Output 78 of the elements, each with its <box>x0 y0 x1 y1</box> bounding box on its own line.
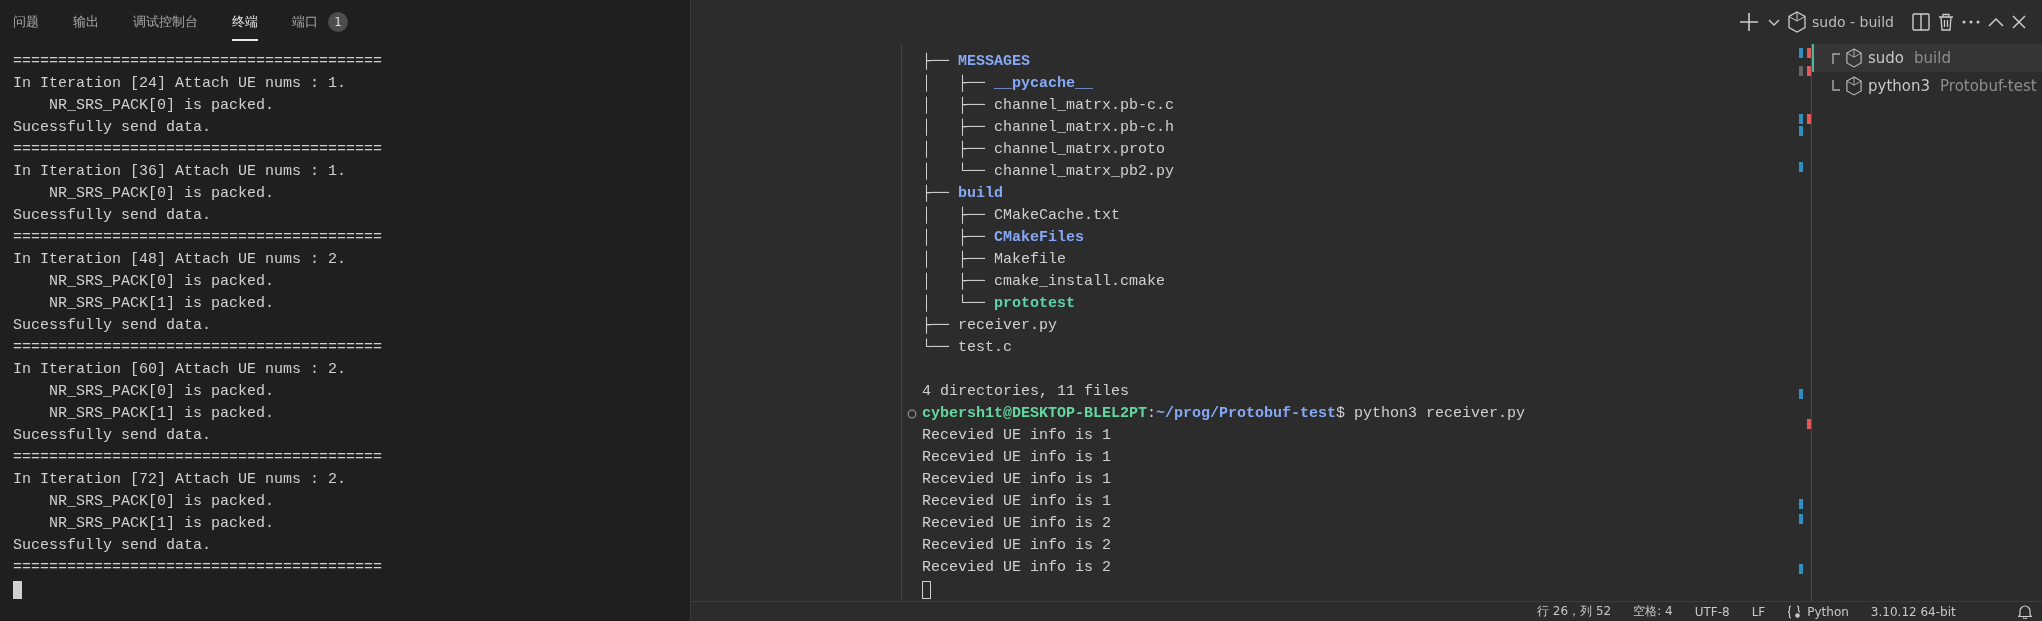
panel-tab[interactable]: 输出 <box>73 3 99 41</box>
panel-tab[interactable]: 终端 <box>232 3 258 41</box>
terminal-line: In Iteration [36] Attach UE nums : 1. <box>13 162 348 182</box>
terminal-line: Recevied UE info is 2 <box>922 536 1113 556</box>
panel-tab[interactable]: 端口 1 <box>292 3 348 41</box>
prompt-line: cybersh1t@DESKTOP-BLEL2PT:~/prog/Protobuf-test$ python3 receiver.py <box>922 404 1526 424</box>
terminal-line: NR_SRS_PACK[1] is packed. <box>48 514 276 534</box>
terminal-line: Sucessfully send data. <box>13 118 213 138</box>
terminal-line: Recevied UE info is 1 <box>922 470 1113 490</box>
tree-connector-icon <box>1832 80 1840 92</box>
terminal-line: Sucessfully send data. <box>13 316 213 336</box>
terminal-line: NR_SRS_PACK[0] is packed. <box>48 184 276 204</box>
braces-icon <box>1787 604 1802 619</box>
indentation-status[interactable]: 空格: 4 <box>1633 603 1673 620</box>
tree-line: │ ├── CMakeCache.txt <box>922 205 1122 226</box>
terminal-line: NR_SRS_PACK[1] is packed. <box>48 294 276 314</box>
terminal-line: Sucessfully send data. <box>13 426 213 446</box>
panel-tab[interactable]: 调试控制台 <box>133 3 198 41</box>
tree-connector-icon <box>1832 52 1840 64</box>
terminal-line: Recevied UE info is 1 <box>922 426 1113 446</box>
terminal-line: Recevied UE info is 1 <box>922 448 1113 468</box>
terminal-line: Sucessfully send data. <box>13 206 213 226</box>
split-icon[interactable] <box>1912 13 1930 31</box>
terminal-line: ========================================= <box>13 338 384 358</box>
terminal-line: NR_SRS_PACK[0] is packed. <box>48 96 276 116</box>
terminal-line: In Iteration [48] Attach UE nums : 2. <box>13 250 348 270</box>
interpreter-status[interactable]: 3.10.12 64-bit <box>1870 604 1956 619</box>
plus-icon[interactable] <box>1738 11 1760 33</box>
terminal-line: Recevied UE info is 1 <box>922 492 1113 512</box>
terminal-list-item[interactable]: sudo build <box>1812 44 2042 72</box>
terminal-line: ========================================= <box>13 448 384 468</box>
tree-line: └── test.c <box>922 337 1014 358</box>
terminal-line: NR_SRS_PACK[0] is packed. <box>48 492 276 512</box>
terminal-line: ========================================= <box>13 558 384 578</box>
tree-line: │ └── prototest <box>922 293 1077 314</box>
encoding-status[interactable]: UTF-8 <box>1694 604 1730 619</box>
terminal-line: Recevied UE info is 2 <box>922 558 1113 578</box>
terminal-line: 4 directories, 11 files <box>922 382 1131 402</box>
tree-line: │ ├── channel_matrx.pb-c.h <box>922 117 1176 138</box>
close-icon[interactable] <box>2012 15 2026 29</box>
panel-tab[interactable]: 问题 <box>13 3 39 41</box>
bell-icon[interactable] <box>2018 604 2032 619</box>
terminal-cursor <box>13 581 22 599</box>
terminal-line: In Iteration [24] Attach UE nums : 1. <box>13 74 348 94</box>
tree-line: ├── MESSAGES <box>922 51 1032 72</box>
tree-line: │ ├── CMakeFiles <box>922 227 1086 248</box>
terminal-icon <box>1788 11 1806 33</box>
terminal-line: Sucessfully send data. <box>13 536 213 556</box>
line-ending-status[interactable]: LF <box>1751 604 1766 619</box>
tree-line: │ └── channel_matrx_pb2.py <box>922 161 1176 182</box>
terminal-line: ========================================= <box>13 228 384 248</box>
tree-line: │ ├── channel_matrx.pb-c.c <box>922 95 1176 116</box>
terminal-line: NR_SRS_PACK[0] is packed. <box>48 382 276 402</box>
terminal-title[interactable]: sudo - build <box>1812 14 1894 30</box>
terminal-line: NR_SRS_PACK[1] is packed. <box>48 404 276 424</box>
terminal-line: ========================================= <box>13 140 384 160</box>
terminal-line: NR_SRS_PACK[0] is packed. <box>48 272 276 292</box>
terminal-icon <box>1846 48 1862 68</box>
more-icon[interactable] <box>1962 20 1980 24</box>
tree-line: │ ├── cmake_install.cmake <box>922 271 1167 292</box>
terminal-icon <box>1846 76 1862 96</box>
tree-line: │ ├── Makefile <box>922 249 1068 270</box>
tree-line: ├── receiver.py <box>922 315 1059 336</box>
trash-icon[interactable] <box>1938 13 1954 31</box>
terminal-line: Recevied UE info is 2 <box>922 514 1113 534</box>
chevron-up-icon[interactable] <box>1988 17 2004 27</box>
terminal-list-item[interactable]: python3 Protobuf-test <box>1812 72 2042 100</box>
cursor-position[interactable]: 行 26，列 52 <box>1537 603 1612 620</box>
tree-line: ├── build <box>922 183 1005 204</box>
terminal-line: In Iteration [72] Attach UE nums : 2. <box>13 470 348 490</box>
chevron-down-icon[interactable] <box>1768 17 1780 27</box>
tree-line: │ ├── channel_matrx.proto <box>922 139 1167 160</box>
language-status[interactable]: Python <box>1807 604 1849 619</box>
tree-line: │ ├── __pycache__ <box>922 73 1095 94</box>
terminal-line: ========================================= <box>13 52 384 72</box>
command-status-icon[interactable] <box>907 409 917 419</box>
terminal-cursor <box>922 581 931 599</box>
terminal-line: In Iteration [60] Attach UE nums : 2. <box>13 360 348 380</box>
